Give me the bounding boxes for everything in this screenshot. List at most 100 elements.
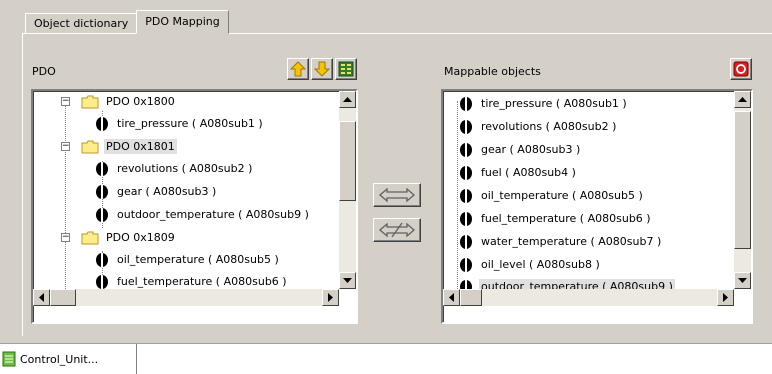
scroll-thumb[interactable] (460, 289, 482, 306)
tree-group-label: PDO 0x1800 (106, 95, 175, 108)
tree-guide-line (457, 101, 458, 301)
mappable-item-fuel-temperature[interactable]: fuel_temperature ( A080sub6 ) (459, 208, 653, 229)
tree-item-label: revolutions ( A080sub2 ) (117, 162, 253, 175)
tree-item-label: gear ( A080sub3 ) (117, 185, 217, 198)
mappable-objects-label: Mappable objects (444, 65, 541, 78)
document-tab-label: Control_Unit... (20, 352, 99, 366)
object-icon (96, 274, 108, 289)
collapse-expander[interactable]: − (61, 97, 70, 106)
map-button[interactable] (373, 183, 421, 207)
tab-pdo-mapping[interactable]: PDO Mapping (136, 10, 229, 34)
mapping-table-button[interactable] (335, 58, 357, 80)
object-icon (460, 234, 472, 249)
scroll-right-button[interactable] (322, 289, 339, 306)
vertical-scrollbar[interactable] (734, 91, 751, 289)
chevron-right-icon (327, 293, 333, 302)
chevron-up-icon (343, 96, 352, 102)
mappable-item-fuel[interactable]: fuel ( A080sub4 ) (459, 162, 578, 183)
tree-item-outdoor-temperature[interactable]: outdoor_temperature ( A080sub9 ) (95, 204, 311, 225)
chevron-left-icon (448, 293, 454, 302)
arrow-down-icon (314, 61, 330, 77)
object-icon (460, 211, 472, 226)
tree-group-pdo-0x1801[interactable]: PDO 0x1801 (81, 136, 177, 157)
document-tab-bar: Control_Unit... (0, 343, 772, 374)
pdo-mapping-window: Object dictionary PDO Mapping PDO − PDO … (0, 0, 772, 343)
mapping-table-icon (338, 61, 354, 77)
object-icon (96, 207, 108, 222)
object-icon (460, 165, 472, 180)
pdo-label: PDO (32, 65, 56, 78)
chevron-right-icon (722, 293, 728, 302)
object-icon (96, 116, 108, 131)
scroll-down-button[interactable] (339, 272, 356, 289)
tree-item-tire-pressure[interactable]: tire_pressure ( A080sub1 ) (95, 113, 265, 134)
mappable-item-water-temperature[interactable]: water_temperature ( A080sub7 ) (459, 231, 663, 252)
object-icon (460, 96, 472, 111)
vertical-scrollbar[interactable] (339, 91, 356, 289)
mappable-item-label: revolutions ( A080sub2 ) (481, 120, 617, 133)
arrow-up-icon (290, 61, 306, 77)
tree-item-label: oil_temperature ( A080sub5 ) (117, 253, 279, 266)
unmap-button[interactable] (373, 218, 421, 242)
object-icon (460, 142, 472, 157)
document-icon (2, 351, 16, 367)
move-up-button[interactable] (287, 58, 309, 80)
folder-icon (81, 231, 99, 244)
tree-guide-line (65, 101, 66, 297)
folder-icon (81, 95, 99, 108)
tab-object-dictionary[interactable]: Object dictionary (25, 13, 138, 34)
tree-group-pdo-0x1800[interactable]: PDO 0x1800 (81, 91, 177, 112)
mappable-item-oil-level[interactable]: oil_level ( A080sub8 ) (459, 254, 602, 275)
mappable-item-tire-pressure[interactable]: tire_pressure ( A080sub1 ) (459, 93, 629, 114)
collapse-expander[interactable]: − (61, 142, 70, 151)
tree-item-gear[interactable]: gear ( A080sub3 ) (95, 181, 218, 202)
object-icon (460, 257, 472, 272)
tree-group-label: PDO 0x1809 (106, 231, 175, 244)
mappable-item-label: oil_temperature ( A080sub5 ) (481, 189, 643, 202)
tree-item-label: fuel_temperature ( A080sub6 ) (117, 275, 287, 288)
tree-item-revolutions[interactable]: revolutions ( A080sub2 ) (95, 158, 254, 179)
horizontal-scrollbar[interactable] (33, 289, 339, 306)
object-icon (460, 119, 472, 134)
tree-item-oil-temperature[interactable]: oil_temperature ( A080sub5 ) (95, 249, 281, 270)
object-icon (96, 252, 108, 267)
collapse-expander[interactable]: − (61, 233, 70, 242)
chevron-down-icon (738, 277, 747, 283)
tree-item-label: tire_pressure ( A080sub1 ) (117, 117, 263, 130)
pdo-tree[interactable]: − PDO 0x1800 tire_pressure ( A080sub1 ) … (31, 89, 358, 324)
unmap-arrows-icon (379, 222, 415, 238)
scroll-right-button[interactable] (717, 289, 734, 306)
mappable-item-gear[interactable]: gear ( A080sub3 ) (459, 139, 582, 160)
mappable-objects-list[interactable]: tire_pressure ( A080sub1 ) revolutions (… (441, 89, 753, 324)
object-icon (96, 184, 108, 199)
mappable-item-label: fuel ( A080sub4 ) (481, 166, 576, 179)
tree-group-pdo-0x1809[interactable]: PDO 0x1809 (81, 227, 177, 248)
mappable-item-label: gear ( A080sub3 ) (481, 143, 581, 156)
map-arrows-icon (379, 187, 415, 203)
tree-group-label: PDO 0x1801 (104, 139, 177, 154)
chevron-down-icon (343, 277, 352, 283)
move-down-button[interactable] (311, 58, 333, 80)
remove-icon (733, 61, 749, 77)
scroll-left-button[interactable] (33, 289, 50, 306)
object-icon (460, 188, 472, 203)
scroll-up-button[interactable] (339, 91, 356, 108)
object-icon (96, 161, 108, 176)
mappable-item-label: oil_level ( A080sub8 ) (481, 258, 600, 271)
mappable-item-revolutions[interactable]: revolutions ( A080sub2 ) (459, 116, 618, 137)
document-tab-control-unit[interactable]: Control_Unit... (0, 344, 137, 374)
mappable-item-label: tire_pressure ( A080sub1 ) (481, 97, 627, 110)
scroll-thumb[interactable] (339, 121, 356, 201)
scroll-thumb[interactable] (734, 111, 751, 249)
scroll-left-button[interactable] (443, 289, 460, 306)
mappable-item-label: fuel_temperature ( A080sub6 ) (481, 212, 651, 225)
scroll-up-button[interactable] (734, 91, 751, 108)
tree-item-label: outdoor_temperature ( A080sub9 ) (117, 208, 309, 221)
scroll-down-button[interactable] (734, 272, 751, 289)
mappable-item-oil-temperature[interactable]: oil_temperature ( A080sub5 ) (459, 185, 645, 206)
horizontal-scrollbar[interactable] (443, 289, 734, 306)
scroll-thumb[interactable] (50, 289, 76, 306)
remove-button[interactable] (730, 58, 752, 80)
chevron-left-icon (38, 293, 44, 302)
tab-strip: Object dictionary PDO Mapping (25, 10, 229, 34)
